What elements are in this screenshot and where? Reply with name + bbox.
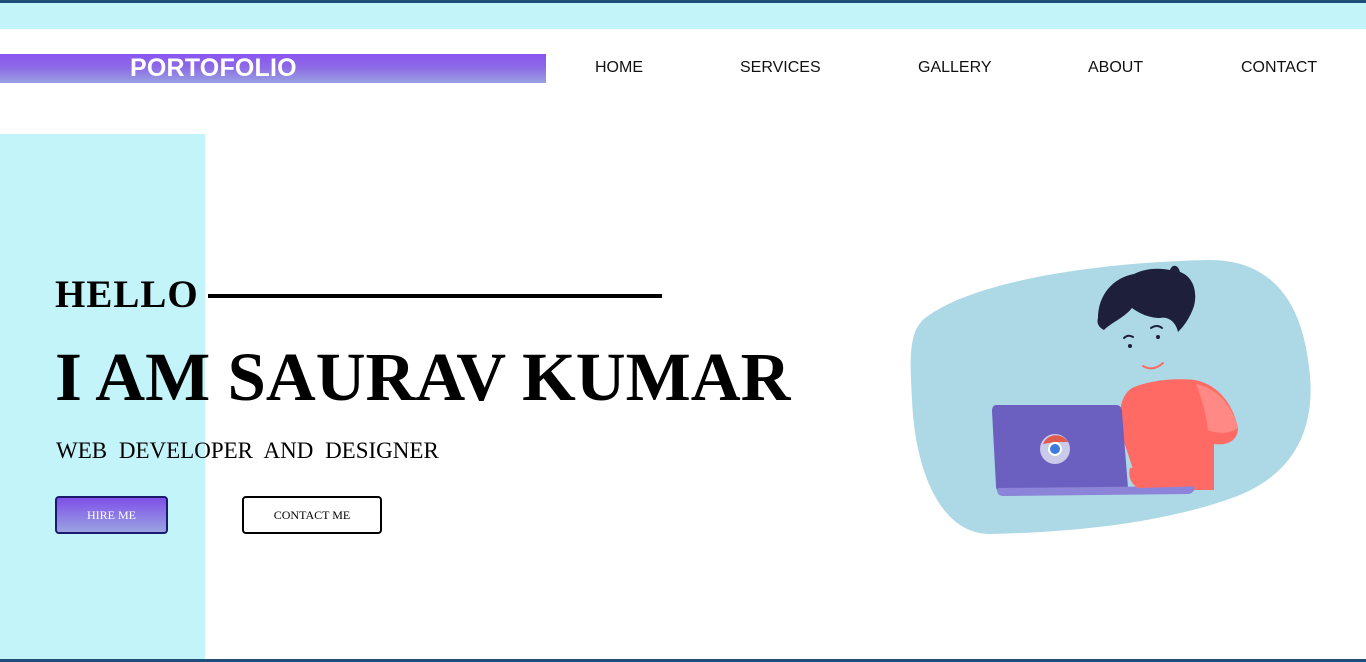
hero-name: I AM SAURAV KUMAR bbox=[55, 339, 791, 415]
nav-home[interactable]: HOME bbox=[595, 59, 643, 77]
left-eye bbox=[1128, 344, 1132, 348]
nav-gallery[interactable]: GALLERY bbox=[918, 59, 992, 77]
hire-me-button[interactable]: HIRE ME bbox=[55, 496, 168, 534]
hero-role: WEB DEVELOPER AND DESIGNER bbox=[56, 438, 439, 463]
hero-greeting: HELLO bbox=[55, 273, 199, 316]
greeting-underline bbox=[208, 294, 662, 298]
nav-services[interactable]: SERVICES bbox=[740, 59, 821, 77]
chrome-logo-center bbox=[1050, 444, 1060, 454]
hand bbox=[1129, 465, 1206, 488]
right-eye bbox=[1156, 335, 1160, 339]
nav-about[interactable]: ABOUT bbox=[1088, 59, 1143, 77]
top-strip bbox=[0, 3, 1366, 29]
person-with-laptop-icon bbox=[910, 260, 1311, 534]
contact-me-button[interactable]: CONTACT ME bbox=[242, 496, 382, 534]
site-logo[interactable]: PORTOFOLIO bbox=[130, 53, 297, 83]
nav-contact[interactable]: CONTACT bbox=[1241, 59, 1317, 77]
